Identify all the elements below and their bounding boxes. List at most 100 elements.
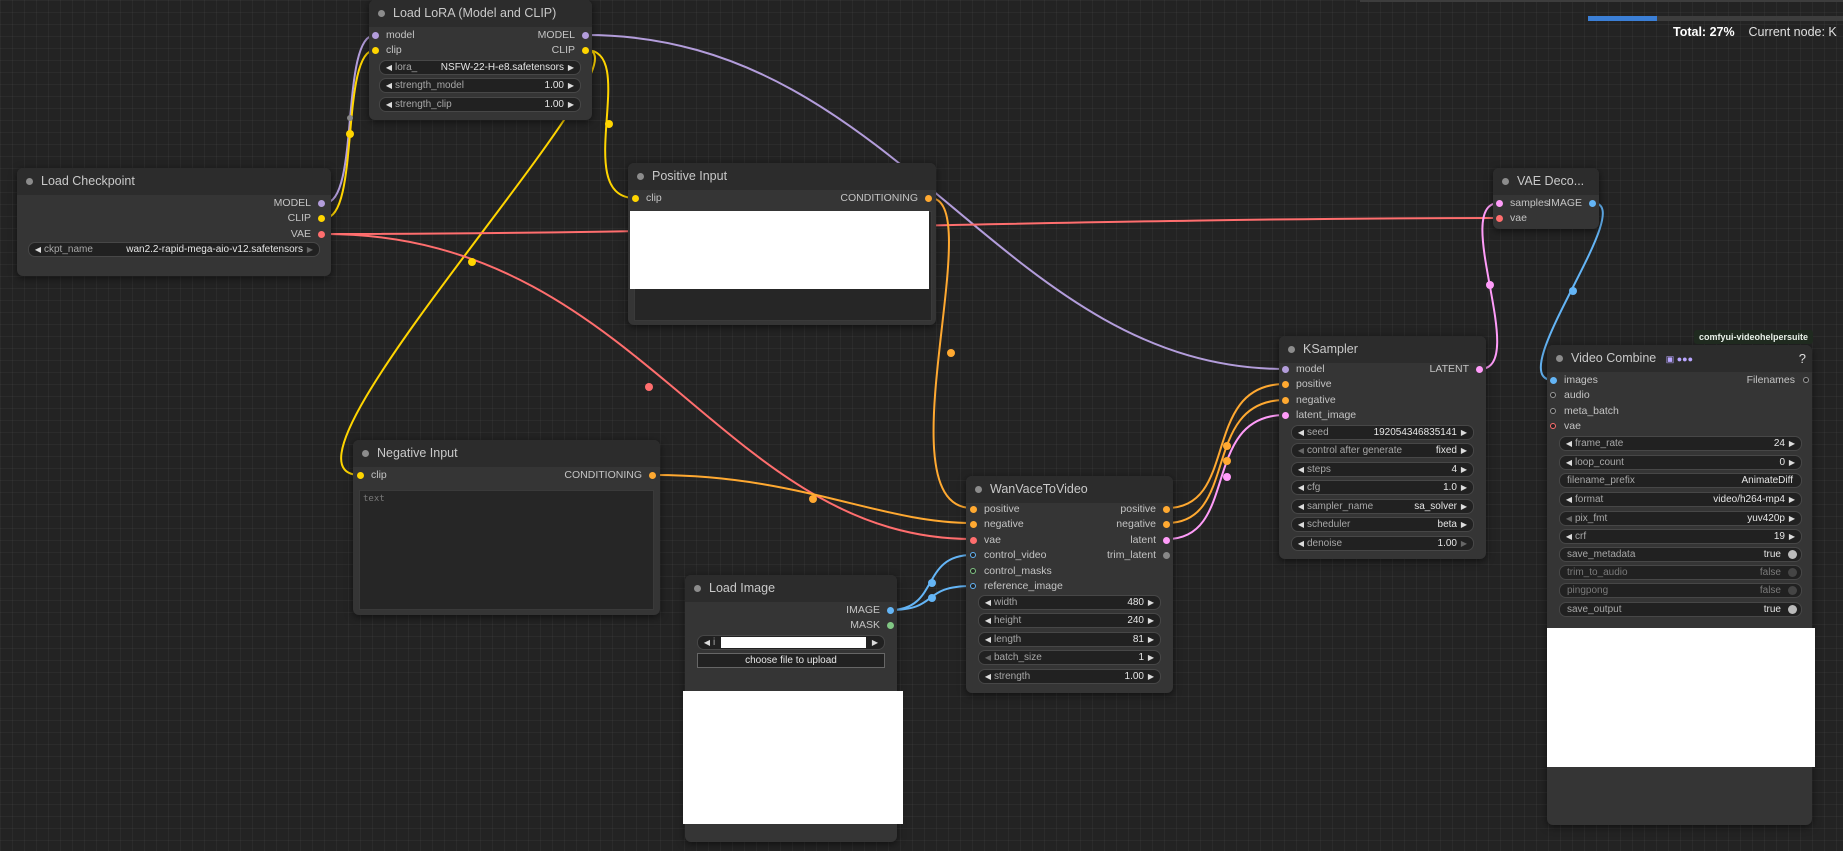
node-ksampler[interactable]: KSampler model positive negative latent_…: [1279, 336, 1486, 559]
collapse-dot[interactable]: [1502, 178, 1509, 185]
input-meta-batch[interactable]: meta_batch: [1550, 405, 1619, 418]
collapse-dot[interactable]: [637, 173, 644, 180]
cfg-number[interactable]: ◀ cfg 1.0 ▶: [1291, 480, 1474, 495]
output-model[interactable]: MODEL: [538, 29, 589, 42]
sampler-name-combo[interactable]: ◀ sampler_name sa_solver ▶: [1291, 499, 1474, 514]
format-combo[interactable]: ◀ format video/h264-mp4 ▶: [1559, 492, 1802, 507]
output-latent[interactable]: LATENT: [1430, 363, 1483, 376]
output-image[interactable]: IMAGE: [1548, 197, 1596, 210]
crf-number[interactable]: ◀ crf 19 ▶: [1559, 529, 1802, 544]
pix-fmt-combo[interactable]: ◀ pix_fmt yuv420p ▶: [1559, 511, 1802, 526]
node-load-image[interactable]: Load Image IMAGE MASK ◀ i ▶ choose file to…: [683, 575, 903, 842]
node-title[interactable]: Load LoRA (Model and CLIP): [369, 0, 592, 27]
node-title[interactable]: KSampler: [1279, 336, 1486, 363]
input-negative[interactable]: negative: [970, 518, 1024, 531]
node-title[interactable]: WanVaceToVideo: [966, 476, 1173, 503]
lora-name-combo[interactable]: ◀ lora_ NSFW-22-H-e8.safetensors ▶: [379, 60, 581, 75]
node-title[interactable]: Negative Input: [353, 440, 660, 467]
filename-prefix-text[interactable]: filename_prefix AnimateDiff: [1559, 473, 1802, 488]
prompt-textarea[interactable]: text: [359, 490, 654, 610]
input-control-masks[interactable]: control_masks: [970, 565, 1052, 578]
arrow-right-icon[interactable]: ▶: [305, 243, 315, 256]
output-image[interactable]: IMAGE: [846, 604, 894, 617]
output-vae[interactable]: VAE: [291, 228, 325, 241]
input-samples[interactable]: samples: [1496, 197, 1549, 210]
input-clip[interactable]: clip: [372, 44, 402, 57]
strength-clip-number[interactable]: ◀ strength_clip 1.00 ▶: [379, 97, 581, 112]
denoise-number[interactable]: ◀ denoise 1.00 ▶: [1291, 536, 1474, 551]
input-clip[interactable]: clip: [357, 469, 387, 482]
output-clip[interactable]: CLIP: [552, 44, 589, 57]
node-title[interactable]: Positive Input: [628, 163, 936, 190]
input-positive[interactable]: positive: [970, 503, 1020, 516]
input-model[interactable]: model: [1282, 363, 1325, 376]
image-combo[interactable]: ◀ i ▶: [697, 635, 885, 650]
input-vae[interactable]: vae: [970, 534, 1001, 547]
scheduler-combo[interactable]: ◀ scheduler beta ▶: [1291, 517, 1474, 532]
ckpt-name-combo[interactable]: ◀ ckpt_name wan2.2-rapid-mega-aio-v12.sa…: [28, 242, 320, 257]
collapse-dot[interactable]: [378, 10, 385, 17]
input-reference-image[interactable]: reference_image: [970, 580, 1063, 593]
choose-file-button[interactable]: choose file to upload: [697, 653, 885, 668]
arrow-left-icon[interactable]: ◀: [33, 243, 43, 256]
node-positive-input[interactable]: Positive Input clip CONDITIONING: [628, 163, 936, 325]
node-video-combine[interactable]: Video Combine ▣ ●●● ? images audio meta_…: [1547, 345, 1815, 825]
toggle-knob[interactable]: [1788, 550, 1797, 559]
frame-rate-number[interactable]: ◀ frame_rate 24 ▶: [1559, 436, 1802, 451]
input-negative[interactable]: negative: [1282, 394, 1336, 407]
toggle-knob[interactable]: [1788, 568, 1797, 577]
collapse-dot[interactable]: [1288, 346, 1295, 353]
node-title[interactable]: Video Combine ▣ ●●● ?: [1547, 345, 1812, 372]
collapse-dot[interactable]: [975, 486, 982, 493]
output-conditioning[interactable]: CONDITIONING: [840, 192, 932, 205]
node-title[interactable]: Load Checkpoint: [17, 168, 331, 195]
strength-model-number[interactable]: ◀ strength_model 1.00 ▶: [379, 78, 581, 93]
node-title[interactable]: VAE Deco...: [1493, 168, 1599, 195]
output-mask[interactable]: MASK: [850, 619, 894, 632]
loop-count-number[interactable]: ◀ loop_count 0 ▶: [1559, 455, 1802, 470]
strength-number[interactable]: ◀ strength 1.00 ▶: [978, 669, 1161, 684]
output-filenames[interactable]: Filenames: [1747, 374, 1809, 387]
collapse-dot[interactable]: [362, 450, 369, 457]
input-positive[interactable]: positive: [1282, 378, 1332, 391]
output-conditioning[interactable]: CONDITIONING: [564, 469, 656, 482]
collapse-dot[interactable]: [26, 178, 33, 185]
node-load-lora[interactable]: Load LoRA (Model and CLIP) model clip MO…: [369, 0, 592, 120]
collapse-dot[interactable]: [1556, 355, 1563, 362]
output-positive[interactable]: positive: [1120, 503, 1170, 516]
control-after-generate-combo[interactable]: ◀ control after generate fixed ▶: [1291, 443, 1474, 458]
input-vae[interactable]: vae: [1550, 420, 1581, 433]
node-title[interactable]: Load Image: [685, 575, 897, 602]
output-model[interactable]: MODEL: [274, 197, 325, 210]
input-images[interactable]: images: [1550, 374, 1598, 387]
toggle-knob[interactable]: [1788, 586, 1797, 595]
node-wan-vace-to-video[interactable]: WanVaceToVideo positive negative vae con…: [966, 476, 1173, 693]
output-clip[interactable]: CLIP: [288, 212, 325, 225]
save-metadata-toggle[interactable]: save_metadata true: [1559, 547, 1802, 562]
trim-to-audio-toggle[interactable]: trim_to_audio false: [1559, 565, 1802, 580]
steps-number[interactable]: ◀ steps 4 ▶: [1291, 462, 1474, 477]
input-model[interactable]: model: [372, 29, 415, 42]
help-icon[interactable]: ?: [1799, 345, 1806, 372]
save-output-toggle[interactable]: save_output true: [1559, 602, 1802, 617]
length-number[interactable]: ◀ length 81 ▶: [978, 632, 1161, 647]
collapse-dot[interactable]: [694, 585, 701, 592]
input-vae[interactable]: vae: [1496, 212, 1527, 225]
output-latent[interactable]: latent: [1130, 534, 1170, 547]
node-vae-decode[interactable]: VAE Deco... samples vae IMAGE: [1493, 168, 1599, 229]
seed-number[interactable]: ◀ seed 192054346835141 ▶: [1291, 425, 1474, 440]
output-trim-latent[interactable]: trim_latent: [1107, 549, 1170, 562]
height-number[interactable]: ◀ height 240 ▶: [978, 613, 1161, 628]
output-negative[interactable]: negative: [1116, 518, 1170, 531]
toggle-knob[interactable]: [1788, 605, 1797, 614]
input-audio[interactable]: audio: [1550, 389, 1590, 402]
wire-ckpt-model-to-lora: [324, 34, 376, 204]
width-number[interactable]: ◀ width 480 ▶: [978, 595, 1161, 610]
pingpong-toggle[interactable]: pingpong false: [1559, 583, 1802, 598]
node-load-checkpoint[interactable]: Load Checkpoint MODEL CLIP VAE ◀ ckpt_na…: [17, 168, 331, 276]
input-latent-image[interactable]: latent_image: [1282, 409, 1356, 422]
node-negative-input[interactable]: Negative Input clip CONDITIONING text: [353, 440, 660, 615]
input-control-video[interactable]: control_video: [970, 549, 1046, 562]
input-clip[interactable]: clip: [632, 192, 662, 205]
batch-size-number[interactable]: ◀ batch_size 1 ▶: [978, 650, 1161, 665]
